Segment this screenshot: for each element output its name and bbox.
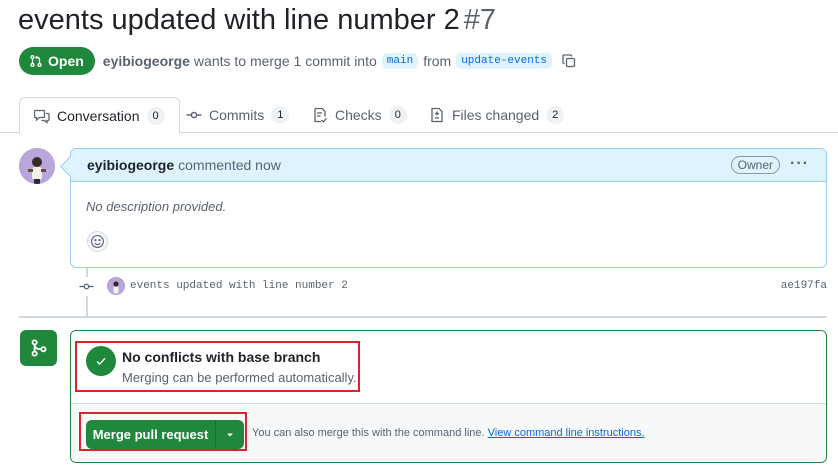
commit-author-avatar[interactable] xyxy=(107,277,125,295)
comment-author[interactable]: eyibiogeorge xyxy=(87,157,174,173)
command-line-hint: You can also merge this with the command… xyxy=(252,427,645,439)
tab-checks[interactable]: Checks 0 xyxy=(298,97,421,133)
git-commit-icon xyxy=(77,276,96,296)
pr-author-link[interactable]: eyibiogeorge xyxy=(103,53,190,69)
pr-description-comment: eyibiogeorge commented now Owner ··· No … xyxy=(70,148,827,268)
comment-discussion-icon xyxy=(34,109,50,124)
git-merge-icon xyxy=(31,339,46,357)
merge-box: No conflicts with base branch Merging ca… xyxy=(70,330,827,463)
comment-header: eyibiogeorge commented now Owner ··· xyxy=(71,149,826,182)
merge-description-b: from xyxy=(423,53,452,69)
comment-author-avatar[interactable] xyxy=(19,148,55,184)
pr-number: #7 xyxy=(463,4,496,36)
merge-state-icon-box xyxy=(20,330,57,366)
tab-files-changed-label: Files changed xyxy=(452,107,540,123)
commit-message-link[interactable]: events updated with line number 2 xyxy=(130,280,348,292)
tab-conversation-label: Conversation xyxy=(57,107,140,124)
command-line-instructions-link[interactable]: View command line instructions. xyxy=(488,427,645,439)
timeline-commit-row: events updated with line number 2 ae197f… xyxy=(77,275,827,297)
checklist-icon xyxy=(314,107,327,123)
pr-state-label: Open xyxy=(48,53,84,69)
tab-conversation[interactable]: Conversation 0 xyxy=(19,97,180,134)
merge-description-a: wants to merge 1 commit into xyxy=(193,53,377,69)
merge-action-area: Merge pull request You can also merge th… xyxy=(71,404,826,462)
tab-checks-count: 0 xyxy=(388,106,407,124)
copy-icon[interactable] xyxy=(561,53,577,69)
kebab-menu-icon[interactable]: ··· xyxy=(790,156,809,172)
timeline-divider xyxy=(19,316,827,318)
merge-status-area: No conflicts with base branch Merging ca… xyxy=(71,331,826,404)
tab-commits-label: Commits xyxy=(209,107,265,123)
tab-conversation-count: 0 xyxy=(146,106,165,125)
add-reaction-button[interactable] xyxy=(87,231,108,252)
command-line-hint-text: You can also merge this with the command… xyxy=(252,427,485,439)
file-diff-icon xyxy=(431,107,443,123)
comment-body: No description provided. xyxy=(86,199,227,214)
tab-commits-count: 1 xyxy=(271,106,290,124)
git-pull-request-icon xyxy=(30,55,42,67)
owner-badge: Owner xyxy=(730,156,780,174)
smiley-icon xyxy=(91,235,104,248)
pr-meta-row: Open eyibiogeorge wants to merge 1 commi… xyxy=(19,47,577,75)
head-branch-label[interactable]: update-events xyxy=(456,53,553,69)
tab-checks-label: Checks xyxy=(335,107,382,123)
tab-files-changed[interactable]: Files changed 2 xyxy=(415,97,578,133)
status-highlight-box xyxy=(75,341,360,392)
base-branch-label[interactable]: main xyxy=(381,53,419,69)
comment-timestamp[interactable]: commented now xyxy=(178,157,281,173)
tab-commits[interactable]: Commits 1 xyxy=(172,97,303,133)
commit-sha-link[interactable]: ae197fa xyxy=(781,280,827,292)
merge-button-highlight-box xyxy=(79,412,247,451)
pr-title: events updated with line number 2 #7 xyxy=(18,4,496,37)
git-commit-icon xyxy=(186,111,202,119)
pr-state-badge: Open xyxy=(19,47,95,75)
pr-tabs: Conversation 0 Commits 1 Checks 0 Files … xyxy=(0,97,838,134)
pr-title-text: events updated with line number 2 xyxy=(18,4,460,36)
tab-files-changed-count: 2 xyxy=(546,106,565,124)
